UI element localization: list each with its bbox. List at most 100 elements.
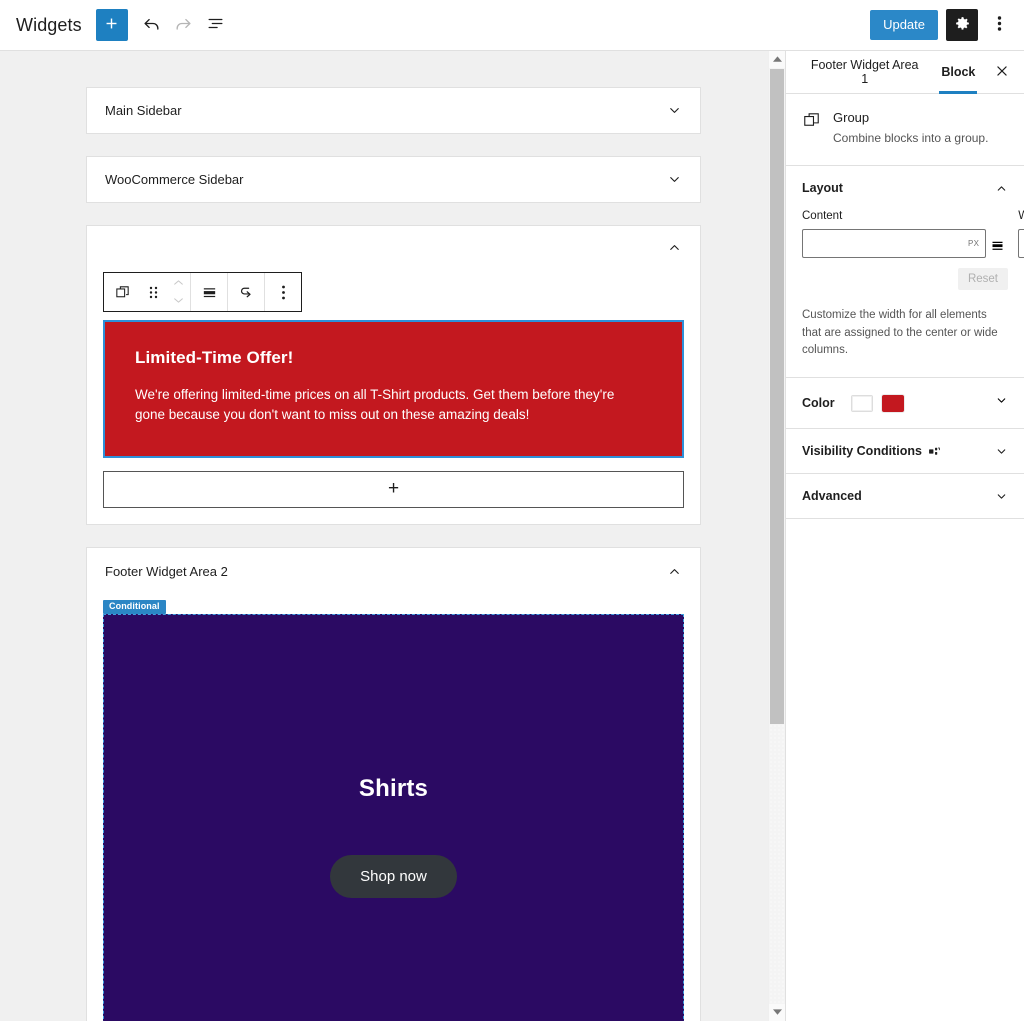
widget-area-body: Limited-Time Offer! We're offering limit… (87, 268, 700, 524)
align-full-width-icon[interactable] (191, 273, 227, 311)
widget-area-header[interactable]: Main Sidebar (87, 88, 700, 133)
editor-body: Main Sidebar WooCommerce Sidebar (0, 51, 1024, 1021)
content-width-input[interactable] (803, 230, 968, 257)
page-title: Widgets (16, 15, 82, 36)
widget-area-woocommerce-sidebar: WooCommerce Sidebar (86, 156, 701, 203)
content-width-field: Content PX (802, 210, 1008, 258)
panel-advanced-header[interactable]: Advanced (786, 474, 1024, 518)
plus-icon: + (388, 478, 399, 500)
update-button[interactable]: Update (870, 10, 938, 40)
group-block-paragraph[interactable]: We're offering limited-time prices on al… (135, 385, 635, 426)
tab-footer-widget-area-1[interactable]: Footer Widget Area 1 (798, 51, 931, 94)
close-sidebar-button[interactable] (985, 55, 1018, 89)
settings-button[interactable] (946, 9, 978, 41)
widget-area-title: Main Sidebar (105, 103, 182, 118)
panel-color-header[interactable]: Color (786, 378, 1024, 428)
move-down-icon[interactable] (172, 292, 185, 310)
move-up-icon[interactable] (172, 274, 185, 292)
group-block-selected[interactable]: Limited-Time Offer! We're offering limit… (103, 320, 684, 458)
inspector-tabs: Footer Widget Area 1 Block (786, 51, 1024, 94)
chevron-down-icon[interactable] (995, 394, 1008, 412)
wide-width-input[interactable] (1019, 230, 1024, 257)
group-block-heading[interactable]: Limited-Time Offer! (135, 348, 652, 368)
chevron-down-icon[interactable] (667, 103, 682, 118)
widget-area-main-sidebar: Main Sidebar (86, 87, 701, 134)
canvas-scrollbar[interactable] (768, 51, 785, 1021)
content-width-label: Content (802, 210, 1008, 222)
scrollbar-thumb[interactable] (770, 69, 784, 724)
add-block-button[interactable] (96, 9, 128, 41)
undo-arrow-icon (142, 14, 161, 36)
panel-color: Color (786, 378, 1024, 429)
content-width-unit: PX (968, 239, 985, 248)
kebab-menu-icon (997, 14, 1002, 36)
chevron-up-icon[interactable] (995, 182, 1008, 195)
chevron-down-icon[interactable] (995, 445, 1008, 458)
cover-block-wrapper: Conditional Shirts Shop now (103, 614, 684, 1021)
layout-help-text: Customize the width for all elements tha… (802, 307, 1008, 359)
wide-width-field: Wide PX (1018, 210, 1024, 258)
drag-handle-icon[interactable] (140, 273, 166, 311)
chevron-down-icon[interactable] (995, 490, 1008, 503)
widget-area-header[interactable]: WooCommerce Sidebar (87, 157, 700, 202)
editor-canvas-region: Main Sidebar WooCommerce Sidebar (0, 51, 785, 1021)
block-toolbar-group-left (104, 273, 191, 311)
close-icon (995, 64, 1009, 81)
block-name-label: Group (833, 110, 988, 125)
gear-icon (954, 15, 971, 35)
panel-layout-title: Layout (802, 181, 843, 195)
panel-visibility-header[interactable]: Visibility Conditions (786, 429, 1024, 473)
text-color-swatch[interactable] (851, 395, 873, 412)
cover-block-title[interactable]: Shirts (359, 775, 428, 803)
panel-layout-body: Content PX (786, 210, 1024, 377)
toolbar-right-group: Update (870, 9, 1012, 41)
list-view-button[interactable] (200, 9, 232, 41)
plus-icon (103, 15, 120, 35)
panel-color-title: Color (802, 396, 835, 410)
panel-visibility-conditions: Visibility Conditions (786, 429, 1024, 474)
tab-block[interactable]: Block (931, 51, 985, 94)
kebab-menu-icon[interactable] (265, 273, 301, 311)
content-width-full-width-icon[interactable] (986, 229, 1008, 258)
reset-button[interactable]: Reset (958, 268, 1008, 290)
block-info-text: Group Combine blocks into a group. (833, 110, 988, 147)
block-toolbar-group-align (191, 273, 228, 311)
block-info-card: Group Combine blocks into a group. (786, 94, 1024, 166)
block-movers[interactable] (166, 273, 190, 311)
widget-area-title: Footer Widget Area 2 (105, 564, 228, 579)
shop-now-button[interactable]: Shop now (330, 855, 457, 898)
cover-block[interactable]: Shirts Shop now (103, 614, 684, 1021)
block-appender-button[interactable]: + (103, 471, 684, 508)
background-color-swatch[interactable] (882, 395, 904, 412)
group-block-icon[interactable] (104, 273, 140, 311)
block-toolbar (103, 272, 302, 312)
widget-area-header[interactable]: Footer Widget Area 2 (87, 548, 700, 596)
widget-area-body: Conditional Shirts Shop now (87, 614, 700, 1021)
widget-canvas: Main Sidebar WooCommerce Sidebar (0, 51, 785, 1021)
redo-button[interactable] (168, 9, 200, 41)
block-toolbar-group-more (265, 273, 301, 311)
chevron-down-icon[interactable] (667, 172, 682, 187)
transform-arrow-icon[interactable] (228, 273, 264, 311)
group-block-icon (802, 110, 821, 147)
chevron-up-icon[interactable] (667, 240, 682, 255)
scroll-up-arrow-icon[interactable] (769, 51, 785, 68)
widget-area-header[interactable]: Footer Widget Area 1 (87, 226, 700, 268)
list-view-icon (206, 14, 225, 36)
widget-area-footer-2: Footer Widget Area 2 Conditional Shirts … (86, 547, 701, 1021)
content-width-input-wrap[interactable]: PX (802, 229, 986, 258)
block-description-label: Combine blocks into a group. (833, 130, 988, 147)
conditional-badge: Conditional (103, 600, 166, 614)
panel-layout-header[interactable]: Layout (786, 166, 1024, 210)
more-options-button[interactable] (986, 9, 1012, 41)
panel-layout: Layout Content PX (786, 166, 1024, 378)
panel-advanced-title: Advanced (802, 489, 862, 503)
wide-width-label: Wide (1018, 210, 1024, 222)
scroll-down-arrow-icon[interactable] (769, 1004, 785, 1021)
reset-row: Reset (802, 268, 1008, 290)
undo-button[interactable] (136, 9, 168, 41)
wide-width-input-wrap[interactable]: PX (1018, 229, 1024, 258)
widget-area-footer-1: Footer Widget Area 1 (86, 225, 701, 525)
chevron-up-icon[interactable] (667, 564, 682, 579)
block-inspector-sidebar: Footer Widget Area 1 Block Group Combine… (785, 51, 1024, 1021)
